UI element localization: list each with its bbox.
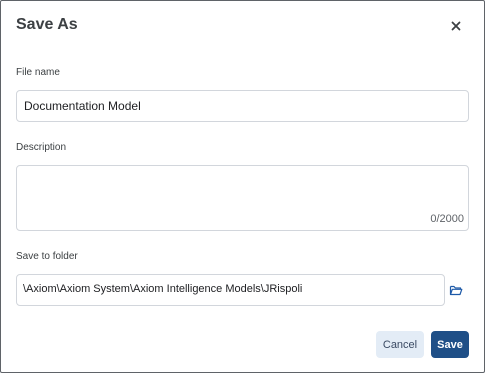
file-name-label: File name	[16, 67, 60, 78]
description-input[interactable]	[24, 172, 459, 208]
character-counter: 0/2000	[430, 213, 464, 225]
dialog-title: Save As	[16, 16, 78, 33]
file-name-field[interactable]	[16, 90, 469, 122]
description-field[interactable]: 0/2000	[16, 165, 469, 231]
file-name-input[interactable]	[24, 99, 454, 113]
close-icon[interactable]	[448, 18, 464, 34]
save-button[interactable]: Save	[431, 331, 469, 358]
folder-path-field[interactable]	[16, 274, 445, 306]
description-label: Description	[16, 142, 67, 153]
folder-label: Save to folder	[16, 251, 78, 262]
save-as-dialog: Save As File name Description 0/2000 Sav…	[0, 0, 485, 373]
folder-path-input[interactable]	[23, 283, 438, 295]
cancel-button[interactable]: Cancel	[376, 331, 424, 358]
folder-icon[interactable]	[449, 283, 463, 297]
